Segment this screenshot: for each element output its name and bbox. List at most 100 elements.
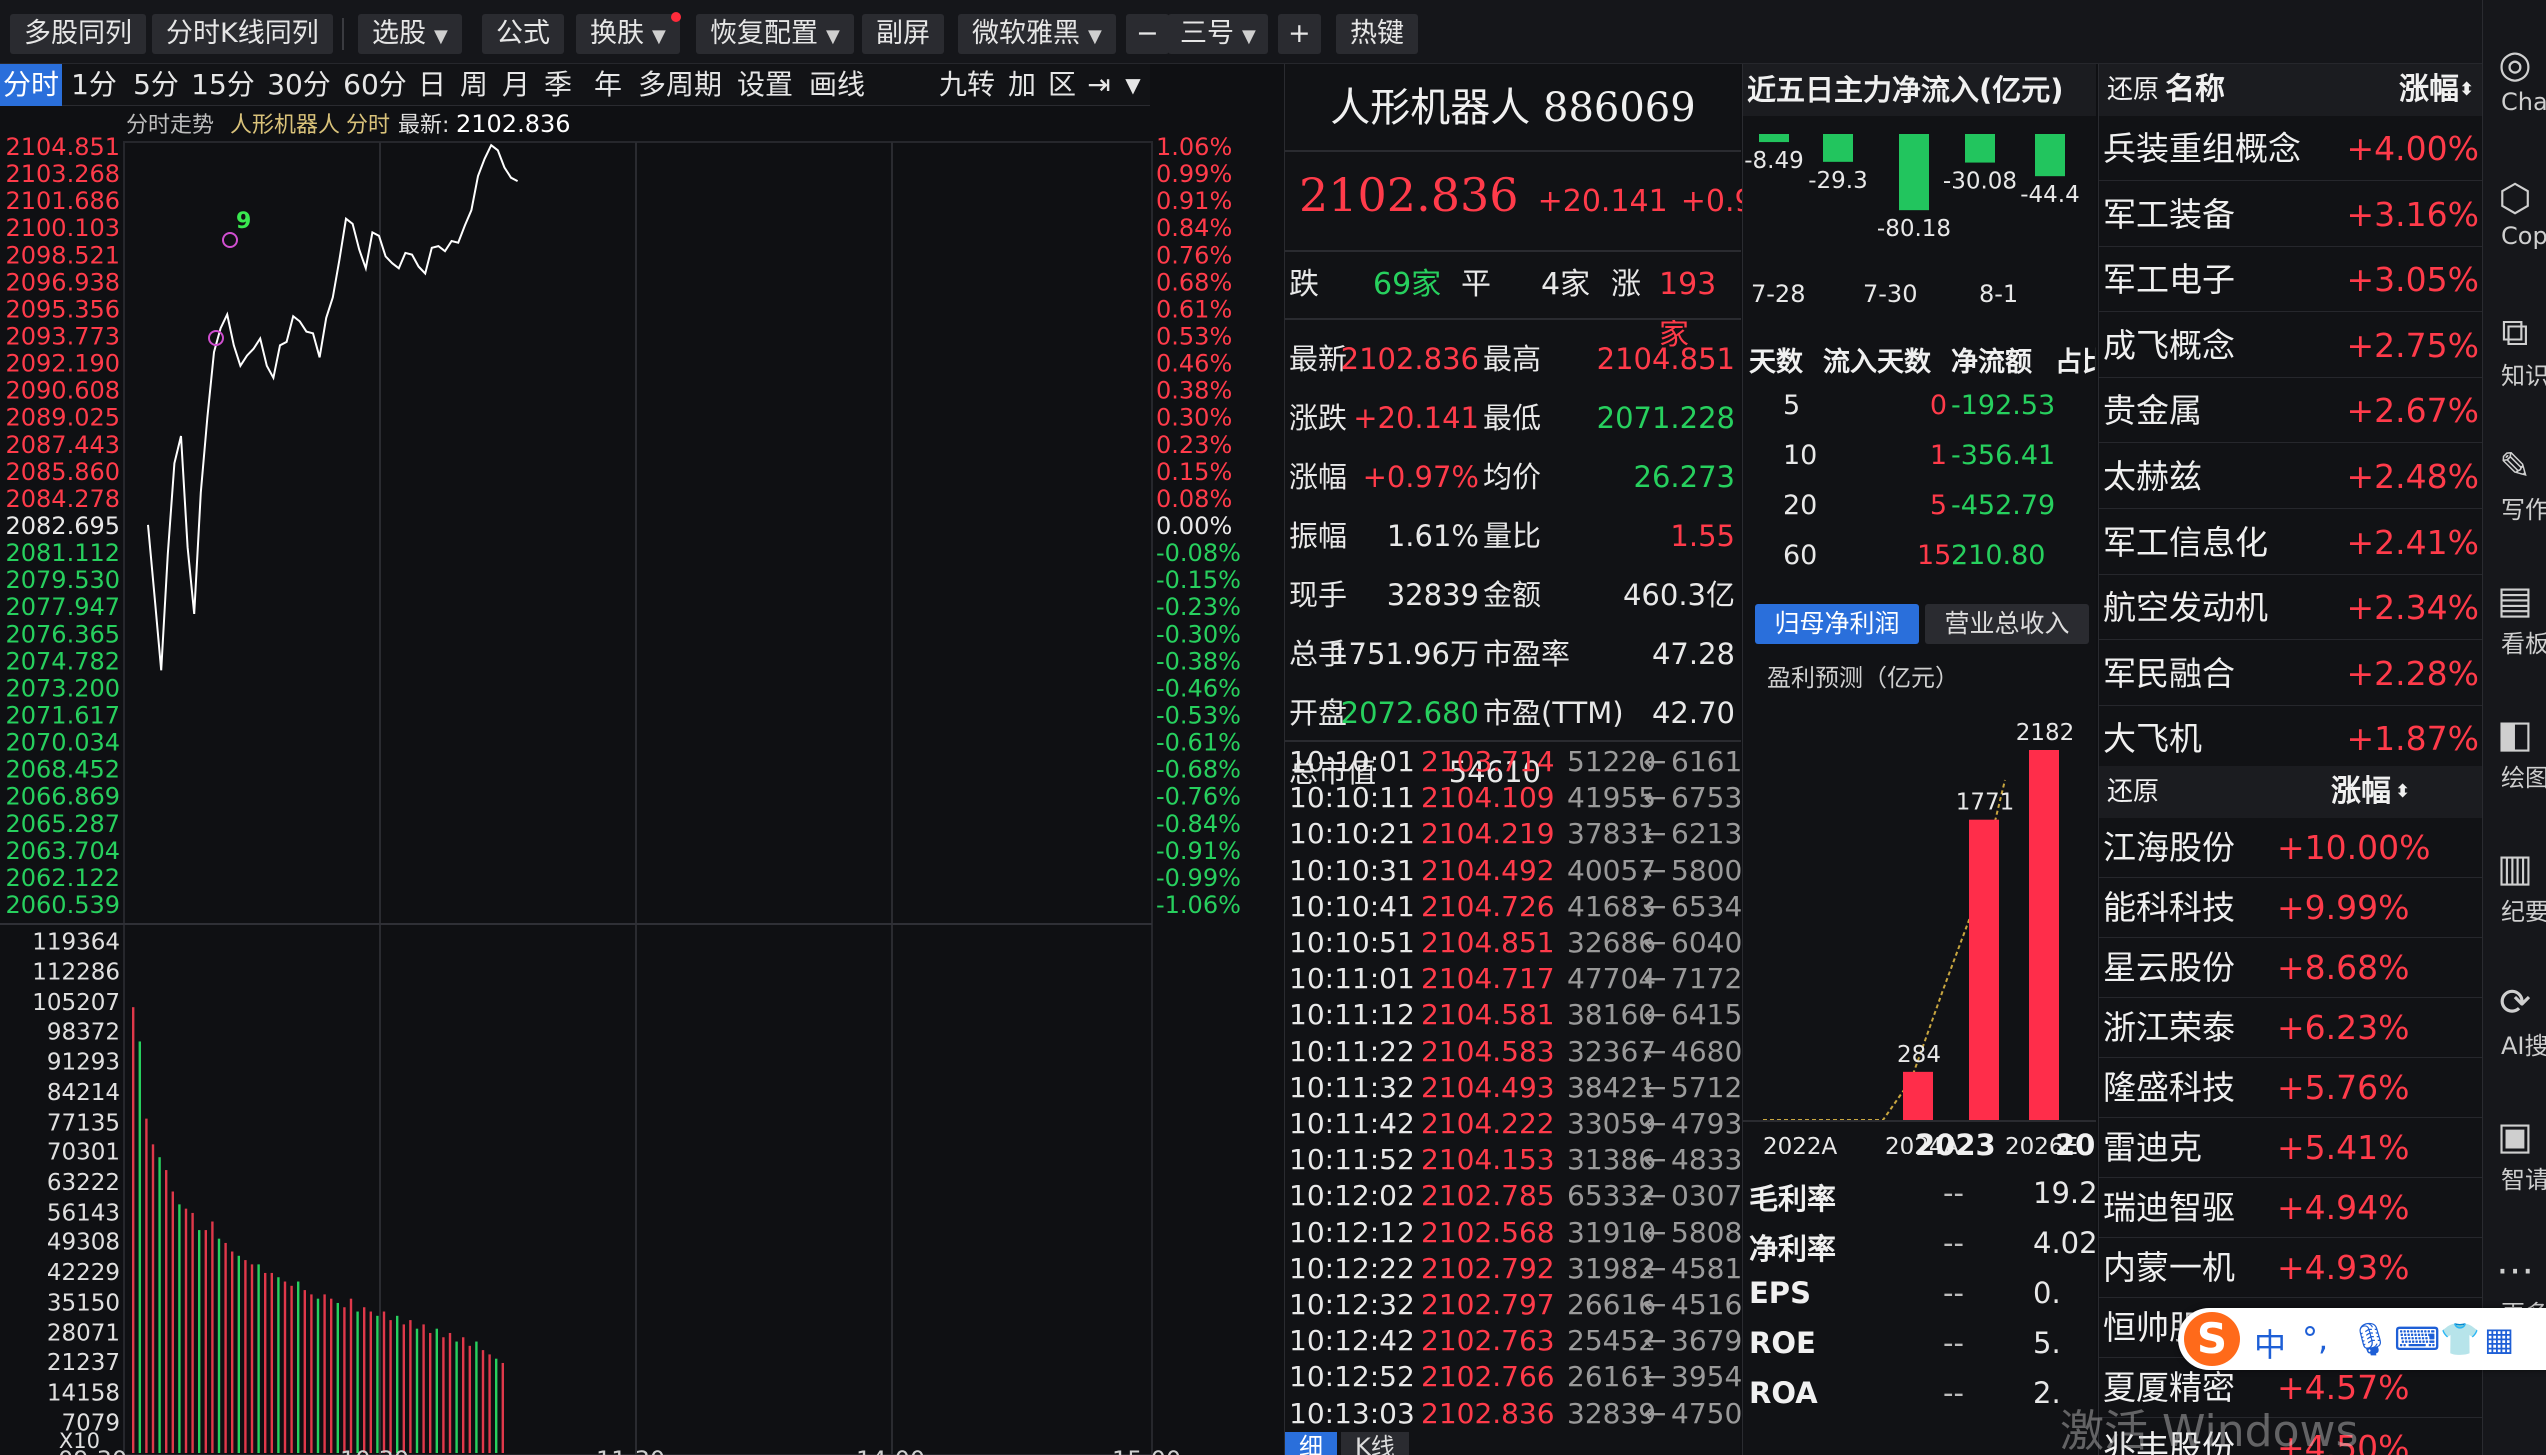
font-size-increase-button[interactable]: + [1278, 14, 1321, 54]
tab-intraday[interactable]: 分时 [0, 64, 62, 106]
hotkey-button[interactable]: 热键 [1336, 14, 1418, 54]
sector-row[interactable]: 军工装备 +3.16% [2099, 182, 2482, 247]
column-change[interactable]: 涨幅 [2399, 64, 2459, 116]
constituent-row[interactable]: 隆盛科技 +5.76% [2099, 1058, 2482, 1118]
stock-change: +5.41% [2277, 1128, 2410, 1167]
stat-label: 振幅 [1289, 519, 1348, 553]
sector-row[interactable]: 军工信息化 +2.41% [2099, 510, 2482, 575]
forecast-bar [1969, 819, 1999, 1120]
constituent-row[interactable]: 内蒙一机 +4.93% [2099, 1238, 2482, 1298]
tab-day[interactable]: 日 [414, 64, 450, 106]
sort-icon[interactable]: ⬍ [2395, 766, 2410, 818]
sidebar-item-robot[interactable]: ◎ Cha [2483, 40, 2546, 116]
ime-punctuation-toggle[interactable]: °, [2302, 1320, 2328, 1358]
formula-button[interactable]: 公式 [482, 14, 564, 54]
sort-icon[interactable]: ⬍ [2459, 64, 2474, 116]
price-axis-label: 2062.122 [5, 864, 120, 892]
tab-quarter[interactable]: 季 [540, 64, 576, 106]
constituent-row[interactable]: 浙江荣泰 +6.23% [2099, 998, 2482, 1058]
tab-detail[interactable]: 细 [1285, 1432, 1337, 1455]
sidebar-item-ai-search[interactable]: ⟳ AI搜 [2483, 978, 2546, 1061]
sidebar-item-write[interactable]: ✎ 写作 [2483, 442, 2546, 525]
sector-row[interactable]: 大飞机 +1.87% [2099, 706, 2482, 772]
tab-revenue[interactable]: 营业总收入 [1925, 604, 2089, 644]
tab-1min[interactable]: 1分 [64, 64, 124, 106]
sector-row[interactable]: 军工电子 +3.05% [2099, 247, 2482, 313]
signal-marker [222, 232, 238, 248]
font-dropdown[interactable]: 微软雅黑 ▼ [958, 14, 1116, 54]
sector-row[interactable]: 航空发动机 +2.34% [2099, 575, 2482, 641]
tab-multi-period[interactable]: 多周期 [634, 64, 726, 106]
fin-metric-value: 5. [2033, 1326, 2061, 1360]
keyboard-icon[interactable]: ⌨ [2394, 1320, 2440, 1358]
second-screen-button[interactable]: 副屏 [862, 14, 944, 54]
constituent-row[interactable]: 星云股份 +8.68% [2099, 938, 2482, 998]
sidebar-item-knowledge[interactable]: ⧉ 知识 [2483, 308, 2546, 391]
sector-row[interactable]: 军民融合 +2.28% [2099, 641, 2482, 706]
sidebar-item-label: 智请 [2501, 1166, 2546, 1194]
chevron-down-icon[interactable]: ▼ [1118, 64, 1148, 106]
constituent-row[interactable]: 江海股份 +10.00% [2099, 818, 2482, 878]
collapse-panel-icon[interactable]: ⇥ [1082, 64, 1116, 106]
volume-axis-label: 49308 [47, 1230, 120, 1256]
intraday-kline-button[interactable]: 分时K线同列 [152, 14, 333, 54]
restore-config-label: 恢复配置 [710, 18, 818, 49]
volume-bar [277, 1277, 280, 1453]
sidebar-item-smart[interactable]: ▣ 智请 [2483, 1112, 2546, 1195]
intraday-chart[interactable]: 分时走势 人形机器人 分时 最新: 2102.836 2104.851 1.06% 2103.… [0, 106, 1282, 1455]
font-size-decrease-button[interactable]: − [1126, 14, 1169, 54]
skin-shirt-icon[interactable]: 👕 [2440, 1320, 2480, 1358]
stat-label: 最高 [1483, 342, 1542, 376]
tab-month[interactable]: 月 [498, 64, 534, 106]
constituent-row[interactable]: 能科科技 +9.99% [2099, 878, 2482, 938]
toolbox-grid-icon[interactable]: ▦ [2484, 1320, 2514, 1358]
tab-settings[interactable]: 设置 [734, 64, 796, 106]
flow-date-label: 8-1 [1979, 280, 2018, 308]
tick-arrow-icon: ← [1643, 1143, 1667, 1177]
ime-toolbar[interactable]: S 中 °, 🎙 ⌨ 👕 ▦ [2178, 1308, 2546, 1370]
font-size-dropdown[interactable]: 三号 ▼ [1168, 14, 1268, 54]
tab-drawing[interactable]: 画线 [806, 64, 868, 106]
sector-row[interactable]: 成飞概念 +2.75% [2099, 313, 2482, 378]
tab-week[interactable]: 周 [456, 64, 492, 106]
tab-nine-turn[interactable]: 九转 [936, 64, 998, 106]
tab-30min[interactable]: 30分 [262, 64, 336, 106]
fin-metric-value: -- [1943, 1376, 1964, 1410]
column-change[interactable]: 涨幅 [2331, 766, 2391, 818]
restore-button[interactable]: 还原 [2107, 64, 2159, 116]
sector-row[interactable]: 太赫兹 +2.48% [2099, 444, 2482, 509]
flow-table-header: 天数 [1749, 347, 1803, 378]
tab-60min[interactable]: 60分 [338, 64, 412, 106]
sidebar-item-summary[interactable]: ▥ 纪要 [2483, 844, 2546, 927]
tab-net-profit[interactable]: 归母净利润 [1755, 604, 1919, 644]
sidebar-item-draw[interactable]: ◧ 绘图 [2483, 710, 2546, 793]
sector-row[interactable]: 贵金属 +2.67% [2099, 378, 2482, 444]
price-change: +20.141 [1537, 184, 1668, 219]
tab-range[interactable]: 区 [1044, 64, 1080, 106]
microphone-icon[interactable]: 🎙 [2350, 1320, 2391, 1358]
column-name[interactable]: 名称 [2165, 64, 2225, 116]
restore-button[interactable]: 还原 [2107, 766, 2159, 818]
multi-stock-button[interactable]: 多股同列 [10, 14, 146, 54]
price-axis-label: 2096.938 [5, 268, 120, 296]
constituent-row[interactable]: 雷迪克 +5.41% [2099, 1118, 2482, 1178]
tick-price: 2104.581 [1421, 998, 1555, 1032]
tab-year[interactable]: 年 [590, 64, 626, 106]
constituent-row[interactable]: 瑞迪智驱 +4.94% [2099, 1178, 2482, 1238]
sidebar-item-board[interactable]: ▤ 看板 [2483, 576, 2546, 659]
pct-axis-label: -0.23% [1156, 593, 1241, 621]
tab-15min[interactable]: 15分 [186, 64, 260, 106]
ime-mode-toggle[interactable]: 中 [2254, 1320, 2286, 1366]
restore-config-dropdown[interactable]: 恢复配置 ▼ [696, 14, 854, 54]
tab-add[interactable]: 加 [1004, 64, 1040, 106]
sector-row[interactable]: 兵装重组概念 +4.00% [2099, 116, 2482, 181]
tab-5min[interactable]: 5分 [126, 64, 186, 106]
pct-axis-label: -0.91% [1156, 837, 1241, 865]
stock-picker-dropdown[interactable]: 选股 ▼ [358, 14, 462, 54]
sidebar-item-copilot[interactable]: ⬡Copi [2483, 174, 2546, 250]
stock-name: 瑞迪智驱 [2103, 1188, 2235, 1227]
quote-panel: 人形机器人 886069 2102.836 +20.141 +0.97% 跌 6… [1284, 64, 1801, 1455]
skin-dropdown[interactable]: 换肤 ▼ [576, 14, 680, 54]
tab-kline[interactable]: K线 [1341, 1432, 1409, 1455]
tick-number: 6753 [1671, 781, 1743, 815]
